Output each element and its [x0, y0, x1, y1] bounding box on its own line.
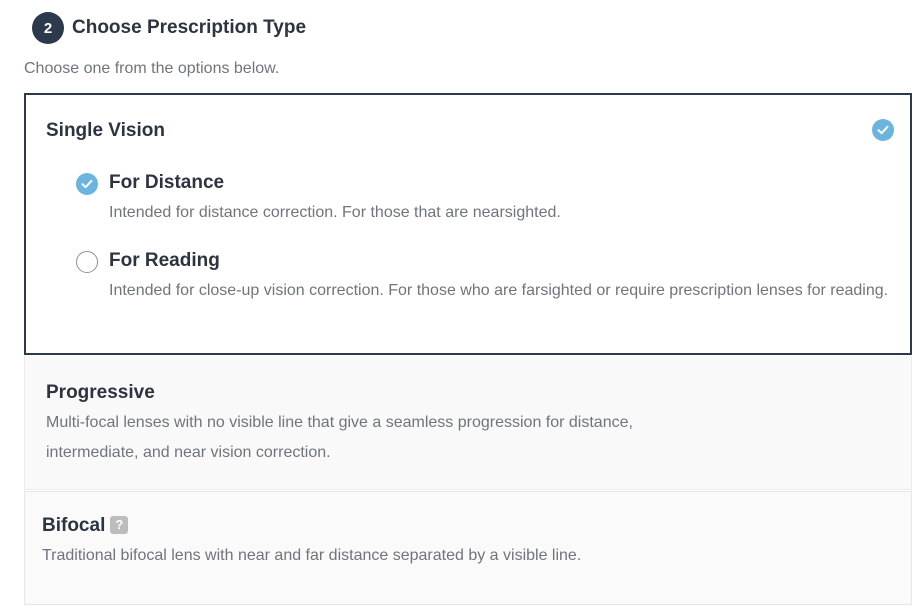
option-title-row: Bifocal? [42, 515, 129, 537]
option-title: Bifocal [42, 515, 106, 536]
check-circle-icon[interactable] [76, 173, 98, 195]
step-number-badge: 2 [32, 12, 64, 44]
radio-empty-icon[interactable] [76, 251, 98, 273]
sub-option-title: For Distance [109, 172, 225, 193]
sub-option-description: Intended for close-up vision correction.… [109, 282, 889, 299]
option-bifocal[interactable]: Bifocal? Traditional bifocal lens with n… [24, 491, 912, 605]
option-progressive[interactable]: Progressive Multi-focal lenses with no v… [24, 356, 912, 490]
check-circle-icon [872, 119, 894, 141]
sub-option-title: For Reading [109, 250, 220, 271]
option-description: Multi-focal lenses with no visible line … [46, 414, 633, 461]
option-title: Progressive [46, 382, 155, 403]
sub-option-description: Intended for distance correction. For th… [109, 204, 561, 221]
help-icon[interactable]: ? [110, 515, 129, 534]
step-subtitle: Choose one from the options below. [24, 60, 280, 77]
option-single-vision[interactable]: Single Vision For Distance Intended for … [24, 93, 912, 355]
step-header: 2 Choose Prescription Type [32, 12, 306, 44]
option-description: Traditional bifocal lens with near and f… [42, 547, 582, 564]
option-title: Single Vision [46, 120, 165, 141]
step-title: Choose Prescription Type [72, 17, 307, 38]
